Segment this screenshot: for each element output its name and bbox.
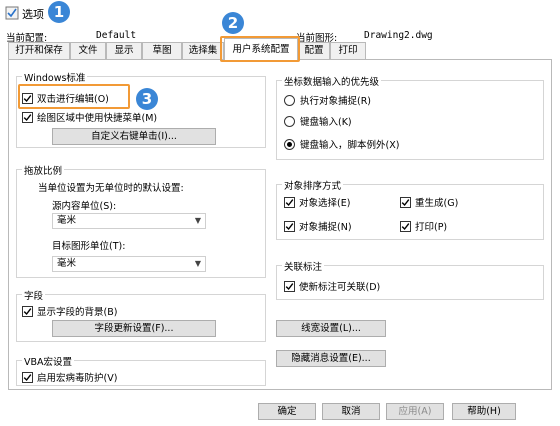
radio-keyboard-except-scripts-label: 键盘输入，脚本例外(X) (300, 140, 400, 151)
current-drawing-value: Drawing2.dwg (364, 30, 433, 41)
radio-keyboard-except-scripts[interactable]: 键盘输入，脚本例外(X) (284, 137, 399, 151)
cancel-button[interactable]: 取消 (322, 403, 380, 420)
help-button[interactable]: 帮助(H) (452, 403, 516, 420)
show-field-background-checkbox[interactable]: 显示字段的背景(B) (22, 304, 117, 318)
plot-checkbox[interactable]: 打印(P) (400, 219, 447, 233)
target-units-value: 毫米 (57, 258, 77, 269)
checkbox-box (400, 220, 411, 232)
radio-object-snap[interactable]: 执行对象捕捉(R) (284, 93, 371, 107)
dblclick-edit-checkbox[interactable]: 双击进行编辑(O) (22, 91, 109, 105)
object-snap-checkbox[interactable]: 对象捕捉(N) (284, 219, 352, 233)
show-field-background-label: 显示字段的背景(B) (37, 307, 118, 318)
make-associative-label: 使新标注可关联(D) (299, 282, 381, 293)
vba-title: VBA宏设置 (22, 354, 75, 368)
target-units-select[interactable]: 毫米 ▼ (52, 256, 206, 272)
checkbox-box (400, 196, 411, 208)
annotation-badge-2: 2 (222, 12, 244, 34)
window-title: 选项 (22, 8, 44, 21)
apply-button[interactable]: 应用(A) (386, 403, 444, 420)
make-associative-checkbox[interactable]: 使新标注可关联(D) (284, 279, 380, 293)
plot-label: 打印(P) (415, 222, 448, 233)
radio-dot (284, 94, 295, 106)
checkbox-box (22, 305, 33, 317)
regen-label: 重生成(G) (415, 198, 459, 209)
tab-drafting[interactable]: 草图 (142, 42, 182, 59)
object-snap-label: 对象捕捉(N) (299, 222, 352, 233)
source-units-select[interactable]: 毫米 ▼ (52, 213, 206, 229)
tab-selection[interactable]: 选择集 (182, 42, 224, 59)
annotation-badge-1: 1 (48, 1, 70, 23)
checkbox-box (284, 280, 295, 292)
chevron-down-icon: ▼ (194, 259, 201, 268)
source-units-label: 源内容单位(S): (52, 201, 117, 212)
fields-title: 字段 (22, 288, 46, 302)
checkbox-box (22, 92, 33, 104)
assoc-dim-title: 关联标注 (282, 259, 325, 273)
insertion-scale-desc: 当单位设置为无单位时的默认设置: (38, 183, 184, 194)
hidden-message-settings-button[interactable]: 隐藏消息设置(E)... (276, 350, 386, 367)
title-bar: 选项 (0, 0, 560, 26)
object-selection-label: 对象选择(E) (299, 198, 351, 209)
checkbox-box (284, 220, 295, 232)
tab-user-preferences[interactable]: 用户系统配置 (224, 38, 298, 60)
tab-plot[interactable]: 打印 (330, 42, 366, 59)
app-options-icon (5, 6, 19, 20)
annotation-badge-3: 3 (136, 88, 158, 110)
insertion-scale-title: 拖放比例 (22, 163, 65, 177)
radio-keyboard-entry-label: 键盘输入(K) (300, 117, 352, 128)
windows-standard-title: Windows标准 (22, 70, 88, 84)
radio-object-snap-label: 执行对象捕捉(R) (300, 96, 372, 107)
macro-virus-protection-checkbox[interactable]: 启用宏病毒防护(V) (22, 370, 117, 384)
tab-files[interactable]: 文件 (70, 42, 106, 59)
field-update-settings-button[interactable]: 字段更新设置(F)... (52, 320, 216, 337)
checkbox-box (284, 196, 295, 208)
shortcut-menu-checkbox[interactable]: 绘图区域中使用快捷菜单(M) (22, 110, 157, 124)
regen-checkbox[interactable]: 重生成(G) (400, 195, 458, 209)
source-units-value: 毫米 (57, 215, 77, 226)
target-units-label: 目标图形单位(T): (52, 241, 126, 252)
tab-display[interactable]: 显示 (106, 42, 142, 59)
current-profile-value: Default (96, 30, 137, 41)
macro-virus-protection-label: 启用宏病毒防护(V) (37, 373, 118, 384)
checkbox-box (22, 111, 33, 123)
radio-keyboard-entry[interactable]: 键盘输入(K) (284, 114, 352, 128)
lineweight-settings-button[interactable]: 线宽设置(L)... (276, 320, 386, 337)
customize-right-click-button[interactable]: 自定义右键单击(I)... (52, 128, 216, 145)
coord-priority-title: 坐标数据输入的优先级 (282, 74, 382, 88)
dblclick-edit-label: 双击进行编辑(O) (37, 94, 109, 105)
tab-open-save[interactable]: 打开和保存 (8, 42, 70, 59)
chevron-down-icon: ▼ (194, 216, 201, 225)
shortcut-menu-label: 绘图区域中使用快捷菜单(M) (37, 113, 158, 124)
tab-profiles[interactable]: 配置 (298, 42, 330, 59)
ok-button[interactable]: 确定 (258, 403, 316, 420)
radio-dot (284, 115, 295, 127)
checkbox-box (22, 371, 33, 383)
radio-dot-selected (284, 138, 295, 150)
draw-order-title: 对象排序方式 (282, 178, 344, 192)
object-selection-checkbox[interactable]: 对象选择(E) (284, 195, 350, 209)
